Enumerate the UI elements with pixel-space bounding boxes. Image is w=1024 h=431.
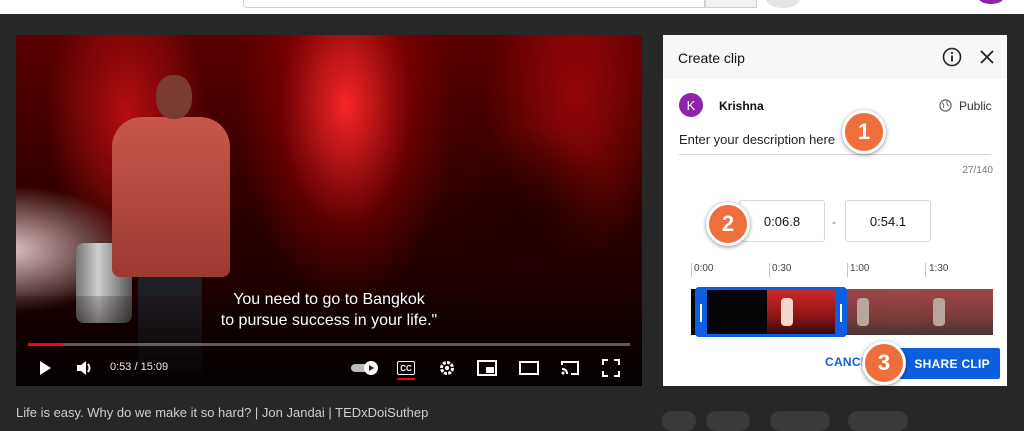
fullscreen-icon — [602, 359, 620, 377]
video-caption: You need to go to Bangkok to pursue succ… — [16, 289, 642, 331]
clip-start-handle[interactable] — [700, 304, 702, 322]
theater-mode-button[interactable] — [518, 357, 540, 379]
step-badge-2: 2 — [706, 202, 750, 246]
step-badge-1: 1 — [842, 110, 886, 154]
description-input[interactable] — [679, 125, 991, 155]
time-total: 15:09 — [140, 361, 169, 373]
video-title[interactable]: Life is easy. Why do we make it so hard?… — [16, 405, 642, 420]
theater-mode-icon — [519, 361, 539, 375]
progress-fill — [28, 343, 63, 346]
speaker-body — [112, 117, 230, 277]
miniplayer-button[interactable] — [476, 357, 498, 379]
volume-icon — [77, 361, 91, 375]
filter-chip[interactable] — [770, 411, 830, 431]
filter-chip[interactable] — [706, 411, 750, 431]
top-bar — [0, 0, 1024, 14]
timeline-tick-mark — [769, 263, 770, 277]
info-icon[interactable] — [942, 47, 962, 67]
play-button[interactable] — [34, 357, 56, 379]
username: Krishna — [719, 99, 764, 113]
gear-icon — [440, 361, 454, 375]
time-current: 0:53 — [110, 361, 132, 373]
subtitles-icon: CC — [397, 361, 415, 375]
time-display: 0:53 / 15:09 — [110, 361, 168, 373]
account-avatar[interactable] — [978, 0, 1004, 4]
timeline-frame — [919, 289, 993, 335]
step-badge-3: 3 — [862, 341, 906, 385]
voice-search-button[interactable] — [766, 0, 800, 8]
filter-chip[interactable] — [662, 411, 696, 431]
character-counter: 27/140 — [962, 165, 993, 176]
filter-chip[interactable] — [848, 411, 908, 431]
end-time-field[interactable]: 0:54.1 — [845, 200, 931, 242]
volume-button[interactable] — [74, 357, 96, 379]
autoplay-toggle[interactable] — [350, 357, 380, 379]
timeline-tick-mark — [847, 263, 848, 277]
privacy-label[interactable]: Public — [959, 99, 992, 113]
search-button[interactable] — [705, 0, 757, 8]
time-range-dash: - — [832, 215, 836, 229]
timeline-tick-label: 1:30 — [929, 263, 949, 274]
play-icon — [40, 361, 51, 375]
settings-button[interactable] — [436, 357, 458, 379]
progress-bar[interactable] — [28, 343, 630, 346]
timeline-tick-label: 0:00 — [694, 263, 714, 274]
time-separator: / — [134, 361, 138, 373]
share-clip-button[interactable]: SHARE CLIP — [899, 348, 1000, 379]
timeline-tick-mark — [925, 263, 926, 277]
clip-end-handle[interactable] — [840, 304, 842, 322]
panel-header: Create clip — [663, 35, 1007, 79]
player-controls: 0:53 / 15:09 CC — [16, 351, 642, 383]
start-time-field[interactable]: 0:06.8 — [739, 200, 825, 242]
miniplayer-icon — [477, 360, 497, 376]
autoplay-toggle-icon — [351, 361, 378, 375]
timeline-tick-mark — [691, 263, 692, 277]
timeline-tick-label: 0:30 — [772, 263, 792, 274]
avatar: K — [679, 93, 703, 117]
search-input[interactable] — [243, 0, 705, 8]
fullscreen-button[interactable] — [600, 357, 622, 379]
globe-icon — [939, 99, 952, 112]
subtitles-button[interactable]: CC — [395, 357, 417, 380]
timeline-frame — [843, 289, 919, 335]
close-icon[interactable] — [977, 47, 997, 67]
video-player[interactable]: You need to go to Bangkok to pursue succ… — [16, 35, 642, 386]
cast-icon — [561, 361, 579, 375]
caption-line-1: You need to go to Bangkok — [233, 291, 425, 308]
caption-line-2: to pursue success in your life." — [220, 312, 438, 329]
panel-title: Create clip — [678, 50, 745, 66]
subtitles-active-indicator — [397, 378, 415, 380]
clip-selection-range[interactable] — [695, 287, 847, 337]
speaker-head — [156, 75, 192, 119]
cast-button[interactable] — [559, 357, 581, 379]
timeline-tick-label: 1:00 — [850, 263, 870, 274]
